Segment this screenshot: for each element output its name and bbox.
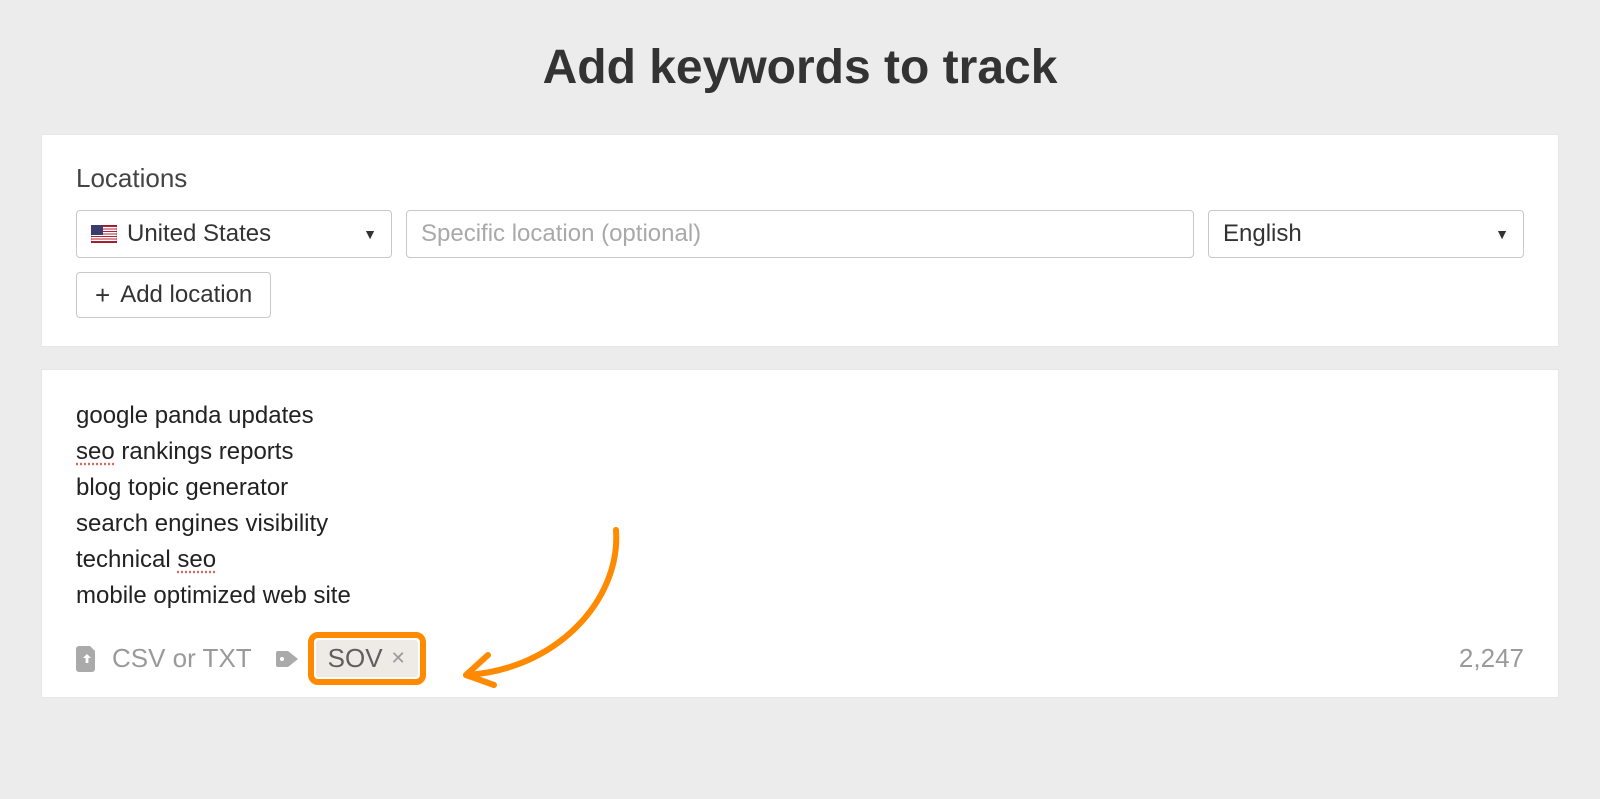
add-location-label: Add location <box>120 281 252 309</box>
country-select-value: United States <box>127 220 271 248</box>
tag-chip-sov[interactable]: SOV ✕ <box>316 640 418 677</box>
keyword-line: blog topic generator <box>76 470 1524 506</box>
language-select[interactable]: English ▼ <box>1208 210 1524 258</box>
character-counter: 2,247 <box>1459 643 1524 674</box>
caret-down-icon: ▼ <box>363 226 377 242</box>
keyword-line: technical seo <box>76 542 1524 578</box>
keyword-line: seo rankings reports <box>76 434 1524 470</box>
tag-chip-label: SOV <box>328 643 383 674</box>
add-location-button[interactable]: + Add location <box>76 272 271 318</box>
keyword-line: google panda updates <box>76 398 1524 434</box>
keyword-line: search engines visibility <box>76 506 1524 542</box>
keywords-textarea[interactable]: google panda updatesseo rankings reports… <box>76 398 1524 614</box>
locations-row: United States ▼ English ▼ <box>76 210 1524 258</box>
keywords-footer: CSV or TXT SOV ✕ 2,247 <box>76 640 1524 677</box>
file-upload-icon <box>76 646 98 672</box>
keyword-line: mobile optimized web site <box>76 578 1524 614</box>
caret-down-icon: ▼ <box>1495 226 1509 242</box>
locations-panel: Locations United States ▼ English ▼ + Ad… <box>42 135 1558 346</box>
tag-icon <box>276 647 302 671</box>
country-select[interactable]: United States ▼ <box>76 210 392 258</box>
tag-remove-icon[interactable]: ✕ <box>391 648 406 669</box>
plus-icon: + <box>95 282 110 308</box>
upload-csv-txt-button[interactable]: CSV or TXT <box>112 643 252 674</box>
specific-location-input[interactable] <box>406 210 1194 258</box>
locations-label: Locations <box>76 163 1524 194</box>
us-flag-icon <box>91 225 117 243</box>
page-title: Add keywords to track <box>0 0 1600 95</box>
keywords-panel: google panda updatesseo rankings reports… <box>42 370 1558 697</box>
language-select-value: English <box>1223 220 1302 248</box>
